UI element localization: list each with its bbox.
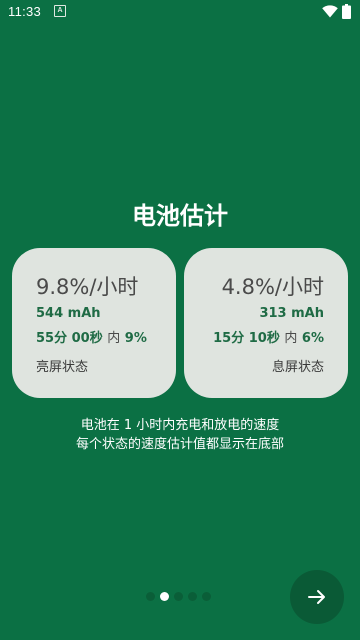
screen-on-card: 9.8%/小时 544 mAh 55分 00秒 内 9% 亮屏状态 — [12, 248, 176, 398]
screen-on-percent: 9% — [124, 331, 147, 346]
notification-a-icon: A — [54, 5, 66, 17]
arrow-right-icon — [308, 590, 325, 604]
page-title: 电池估计 — [132, 202, 228, 230]
screen-on-rate: 9.8%/小时 — [36, 275, 139, 299]
screen-off-duration: 15分 10秒 — [213, 331, 280, 346]
page-dot[interactable] — [160, 592, 169, 601]
screen-on-within: 内 — [107, 331, 121, 346]
page-indicator — [146, 592, 211, 602]
screen-off-within: 内 — [284, 331, 298, 346]
page-dot[interactable] — [202, 592, 211, 601]
status-time: 11:33 — [8, 4, 42, 19]
screen-on-duration-line: 55分 00秒 内 9% — [36, 327, 176, 346]
description-line-2: 每个状态的速度估计值都显示在底部 — [75, 437, 284, 452]
screen-on-state: 亮屏状态 — [36, 360, 89, 375]
screen-off-card: 4.8%/小时 313 mAh 15分 10秒 内 6% 息屏状态 — [184, 248, 348, 398]
screen-off-duration-line: 15分 10秒 内 6% — [184, 327, 324, 346]
page-dot[interactable] — [188, 592, 197, 601]
next-button[interactable] — [290, 570, 344, 624]
description-line-1: 电池在 1 小时内充电和放电的速度 — [80, 418, 280, 433]
screen-on-mah: 544 mAh — [36, 306, 101, 321]
page-dot[interactable] — [174, 592, 183, 601]
status-bar: 11:33 A — [0, 0, 360, 24]
battery-icon — [342, 4, 351, 19]
page-dot[interactable] — [146, 592, 155, 601]
screen-off-state: 息屏状态 — [271, 360, 324, 375]
screen-off-mah: 313 mAh — [259, 306, 324, 321]
description: 电池在 1 小时内充电和放电的速度 每个状态的速度估计值都显示在底部 — [0, 416, 360, 454]
screen-on-duration: 55分 00秒 — [36, 331, 103, 346]
wifi-icon — [322, 5, 338, 18]
screen-off-percent: 6% — [301, 331, 324, 346]
screen-off-rate: 4.8%/小时 — [221, 275, 324, 299]
